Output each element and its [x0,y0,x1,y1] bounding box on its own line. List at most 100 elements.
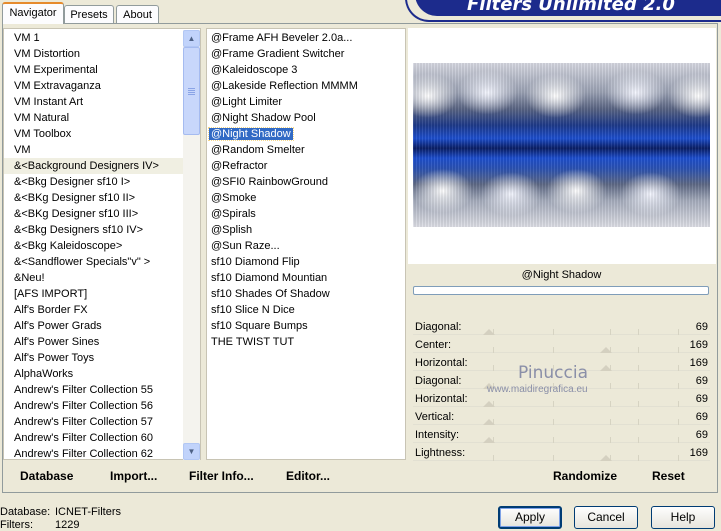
filter-item[interactable]: @Light Limiter [207,94,284,110]
parameter-label: Horizontal: [415,393,468,405]
filter-item[interactable]: THE TWIST TUT [207,334,296,350]
parameter-label: Diagonal: [415,321,462,333]
filter-item-label: sf10 Diamond Flip [211,256,300,268]
filter-item[interactable]: sf10 Slice N Dice [207,302,297,318]
category-item[interactable]: VM Experimental [4,62,194,78]
watermark-url: www.maidiregrafica.eu [487,384,588,395]
filter-item[interactable]: @Refractor [207,158,269,174]
scroll-up-button[interactable]: ▲ [183,30,200,47]
category-item[interactable]: VM [4,142,194,158]
parameter-label: Diagonal: [415,375,462,387]
filter-item-label: sf10 Square Bumps [211,320,308,332]
filter-item[interactable]: @Sun Raze... [207,238,282,254]
filter-item[interactable]: sf10 Shades Of Shadow [207,286,332,302]
category-item[interactable]: &<Bkg Kaleidoscope> [4,238,194,254]
parameter-slider[interactable]: Center: 169 [413,336,710,354]
reset-button[interactable]: Reset [652,468,685,484]
category-item[interactable]: &<Bkg Designers sf10 IV> [4,222,194,238]
import-button[interactable]: Import... [110,468,157,484]
slider-thumb[interactable] [600,347,612,353]
filter-item[interactable]: @Night Shadow [207,126,294,142]
filter-item[interactable]: @Lakeside Reflection MMMM [207,78,360,94]
filter-item-label: @Night Shadow [208,127,294,141]
category-item[interactable]: Andrew's Filter Collection 57 [4,414,194,430]
database-button[interactable]: Database [20,468,73,484]
filter-item[interactable]: @Spirals [207,206,258,222]
filter-item[interactable]: @Kaleidoscope 3 [207,62,299,78]
category-item[interactable]: VM 1 [4,30,194,46]
preview-caption: @Night Shadow [521,269,602,281]
slider-thumb[interactable] [483,419,495,425]
parameter-value: 69 [695,321,708,333]
filter-item[interactable]: @Splish [207,222,254,238]
category-item[interactable]: &<BKg Designer sf10 III> [4,206,194,222]
parameter-value: 69 [695,375,708,387]
filter-item[interactable]: @Night Shadow Pool [207,110,318,126]
category-item[interactable]: &Neu! [4,270,194,286]
status-database-label: Database: [0,506,51,518]
parameter-slider[interactable]: Vertical: 69 [413,408,710,426]
filter-item-label: sf10 Shades Of Shadow [211,288,330,300]
category-item[interactable]: Andrew's Filter Collection 56 [4,398,194,414]
category-scrollbar[interactable]: ▲ ▼ [183,30,200,460]
scroll-thumb[interactable] [183,47,200,135]
category-item[interactable]: VM Extravaganza [4,78,194,94]
parameter-slider[interactable]: Diagonal: 69 [413,318,710,336]
cancel-button[interactable]: Cancel [574,506,638,529]
parameter-value: 69 [695,429,708,441]
category-item[interactable]: VM Distortion [4,46,194,62]
category-item[interactable]: [AFS IMPORT] [4,286,194,302]
preview-image [413,63,710,227]
parameter-label: Center: [415,339,452,351]
filter-item-label: @Spirals [211,208,256,220]
apply-button[interactable]: Apply [498,506,562,529]
parameter-slider[interactable]: Lightness: 169 [413,444,710,462]
status-database-value: ICNET-Filters [55,506,121,518]
category-item[interactable]: VM Instant Art [4,94,194,110]
category-item[interactable]: &<BKg Designer sf10 II> [4,190,194,206]
filter-item[interactable]: @Smoke [207,190,258,206]
editor-button[interactable]: Editor... [286,468,330,484]
tab-presets[interactable]: Presets [64,5,114,23]
slider-thumb[interactable] [483,329,495,335]
category-item[interactable]: &<Bkg Designer sf10 I> [4,174,194,190]
slider-thumb[interactable] [600,455,612,461]
category-item[interactable]: VM Toolbox [4,126,194,142]
tab-about[interactable]: About [116,5,159,23]
parameter-slider[interactable]: Intensity: 69 [413,426,710,444]
filter-item[interactable]: @Frame Gradient Switcher [207,46,346,62]
filter-item-label: @Kaleidoscope 3 [211,64,298,76]
category-item[interactable]: Andrew's Filter Collection 55 [4,382,194,398]
category-item[interactable]: Alf's Power Toys [4,350,194,366]
slider-thumb[interactable] [483,437,495,443]
slider-thumb[interactable] [600,365,612,371]
filter-list[interactable]: @Frame AFH Beveler 2.0a... @Frame Gradien… [206,28,406,460]
parameter-value: 69 [695,393,708,405]
category-list[interactable]: VM 1 VM Distortion VM Experimental VM Extra… [3,28,201,460]
filter-item[interactable]: sf10 Diamond Mountian [207,270,329,286]
category-item[interactable]: Andrew's Filter Collection 60 [4,430,194,446]
progress-bar [413,286,709,295]
category-item[interactable]: Alf's Power Sines [4,334,194,350]
status-filters-label: Filters: [0,519,33,531]
filter-item[interactable]: @Random Smelter [207,142,307,158]
category-item[interactable]: Alf's Border FX [4,302,194,318]
filter-item-label: sf10 Slice N Dice [211,304,295,316]
slider-thumb[interactable] [483,401,495,407]
scroll-down-button[interactable]: ▼ [183,443,200,460]
category-item[interactable]: VM Natural [4,110,194,126]
parameter-label: Horizontal: [415,357,468,369]
category-item[interactable]: Andrew's Filter Collection 62 [4,446,194,459]
category-item[interactable]: Alf's Power Grads [4,318,194,334]
filter-item[interactable]: @Frame AFH Beveler 2.0a... [207,30,354,46]
category-item[interactable]: &<Background Designers IV> [4,158,194,174]
filter-info-button[interactable]: Filter Info... [189,468,254,484]
category-item[interactable]: &<Sandflower Specials"v" > [4,254,194,270]
tab-navigator[interactable]: Navigator [2,2,64,24]
filter-item[interactable]: sf10 Square Bumps [207,318,310,334]
filter-item[interactable]: sf10 Diamond Flip [207,254,302,270]
help-button[interactable]: Help [651,506,715,529]
filter-item[interactable]: @SFI0 RainbowGround [207,174,330,190]
randomize-button[interactable]: Randomize [553,468,617,484]
category-item[interactable]: AlphaWorks [4,366,194,382]
